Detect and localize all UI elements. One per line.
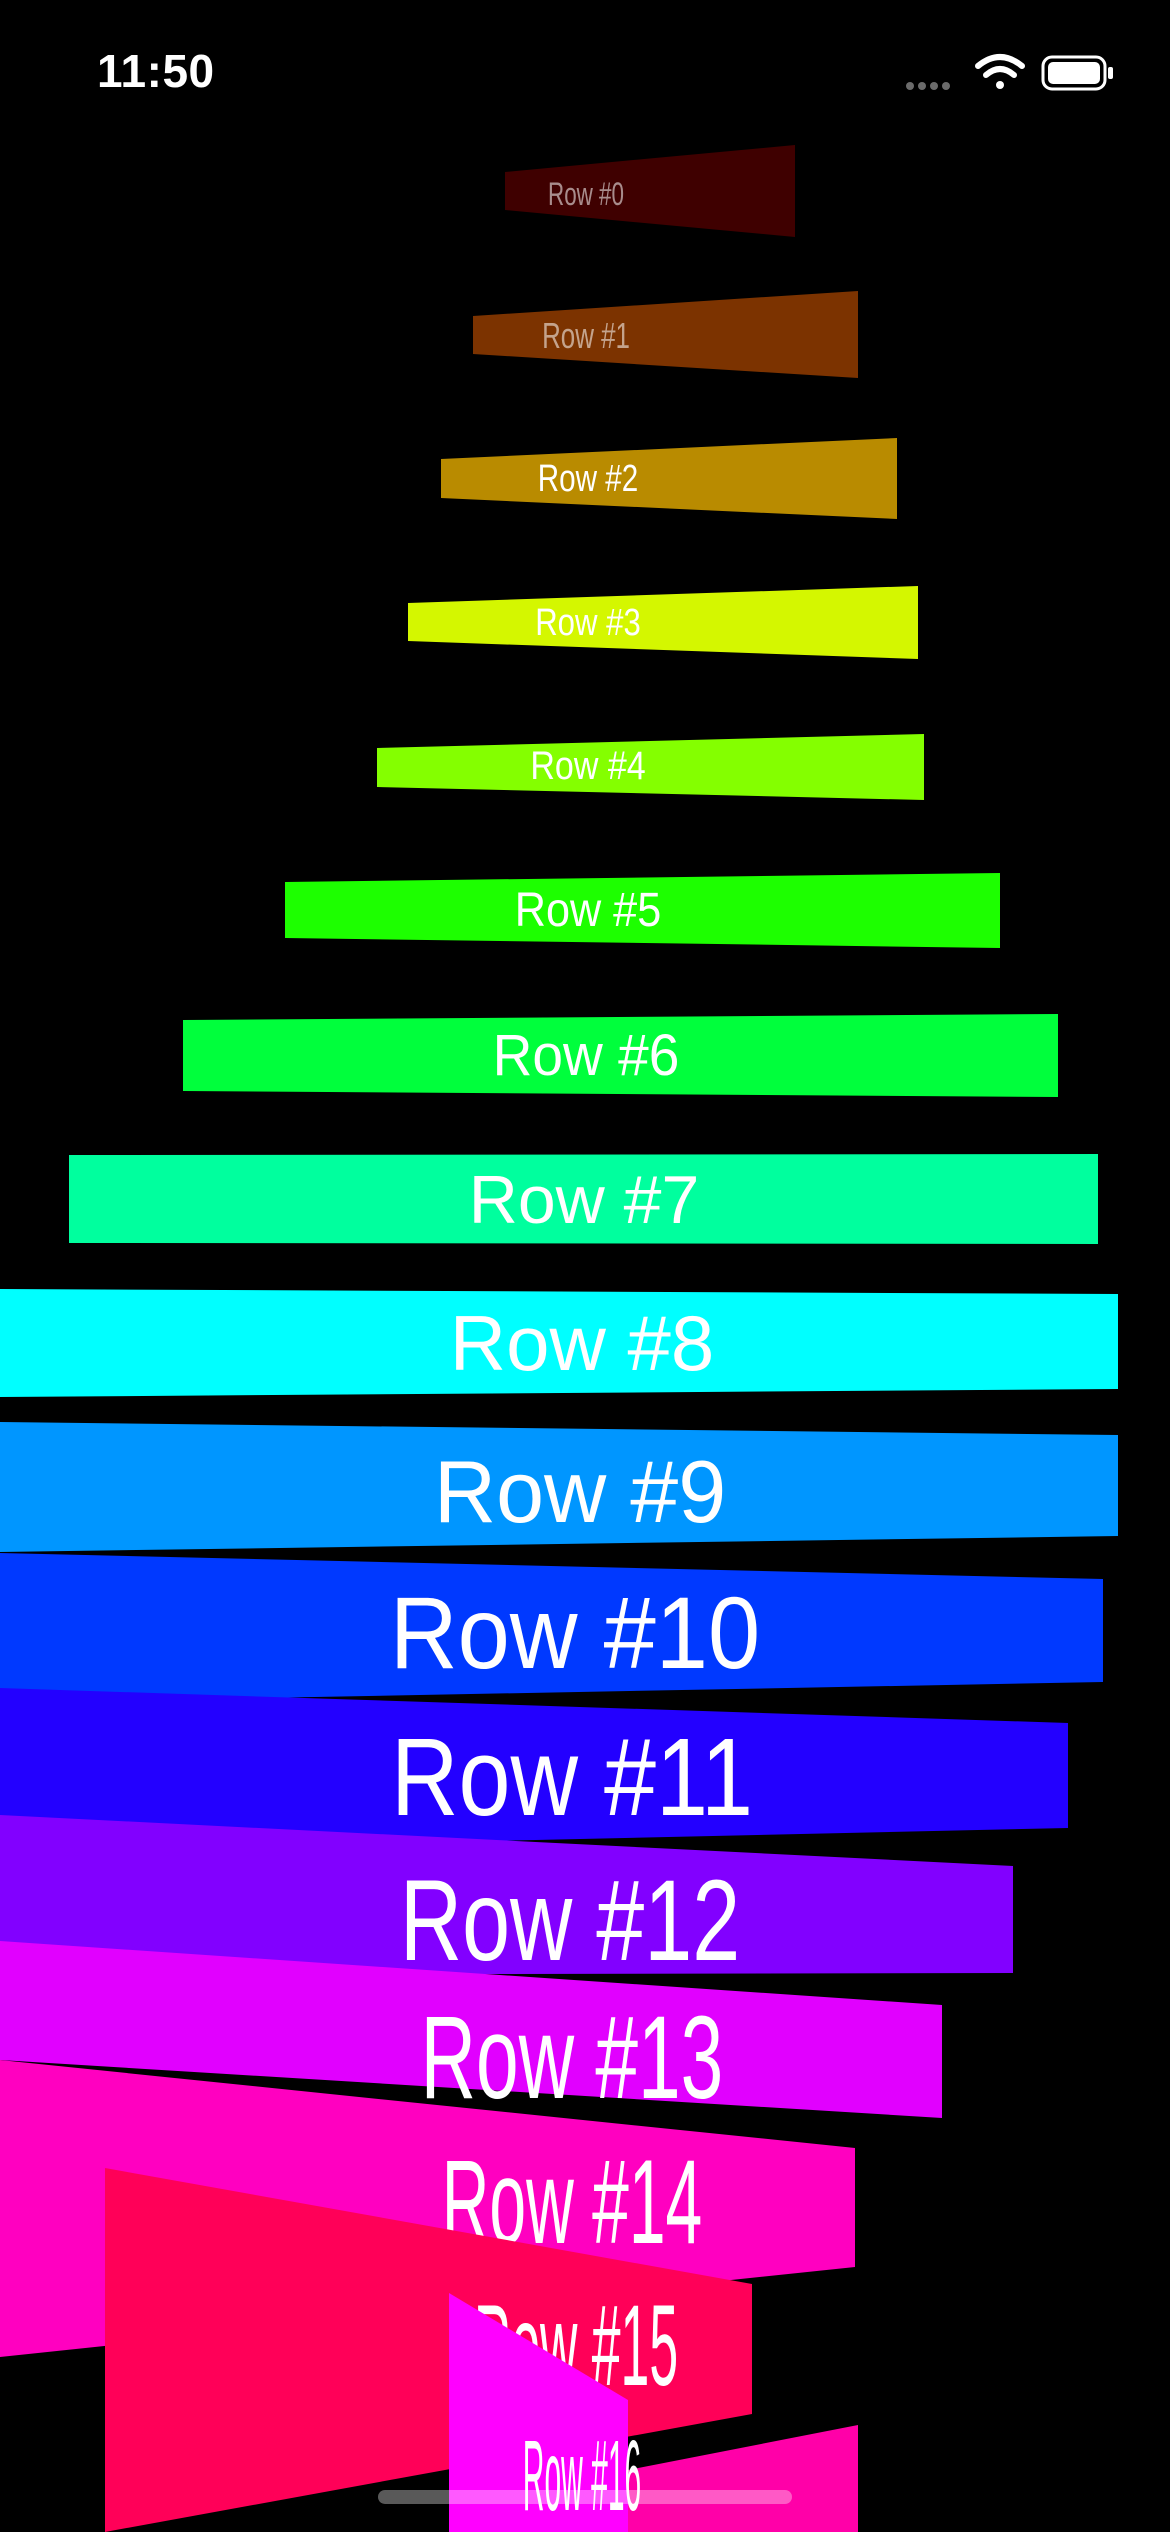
row-7[interactable]: Row #7 (69, 1154, 1098, 1244)
row-16-label: Row #16 (523, 2419, 641, 2531)
row-9-label: Row #9 (434, 1443, 726, 1541)
row-10[interactable]: Row #10 (0, 1553, 1103, 1703)
row-2[interactable]: Row #2 (441, 438, 897, 519)
row-5[interactable]: Row #5 (285, 873, 1000, 948)
row-6-label: Row #6 (493, 1023, 680, 1088)
row-6[interactable]: Row #6 (183, 1014, 1058, 1097)
row-10-label: Row #10 (390, 1575, 760, 1689)
row-4-label: Row #4 (530, 742, 645, 787)
row-7-label: Row #7 (469, 1162, 700, 1238)
row-1-label: Row #1 (542, 316, 630, 356)
row-0[interactable]: Row #0 (505, 145, 795, 237)
rows-scene: Row #0 Row #1 Row #2 Row #3 Row #4 Row #5 Row … (0, 145, 1118, 2532)
row-12-label: Row #12 (400, 1856, 740, 1985)
row-9[interactable]: Row #9 (0, 1422, 1118, 1552)
home-indicator[interactable] (378, 2490, 792, 2504)
row-13-label: Row #13 (421, 1992, 724, 2124)
row-1[interactable]: Row #1 (473, 291, 858, 378)
row-2-label: Row #2 (538, 458, 638, 500)
row-4[interactable]: Row #4 (377, 734, 924, 800)
row-3-background (408, 586, 918, 659)
row-8[interactable]: Row #8 (0, 1289, 1118, 1397)
row-16-tail (628, 2425, 858, 2532)
row-4-background (377, 734, 924, 800)
row-8-label: Row #8 (450, 1299, 714, 1387)
row-5-label: Row #5 (515, 883, 661, 937)
row-1-background (473, 291, 858, 378)
row-11-label: Row #11 (391, 1716, 753, 1839)
row-0-label: Row #0 (548, 176, 624, 212)
row-2-background (441, 438, 897, 519)
row-3[interactable]: Row #3 (408, 586, 918, 659)
row-3-label: Row #3 (535, 602, 641, 644)
